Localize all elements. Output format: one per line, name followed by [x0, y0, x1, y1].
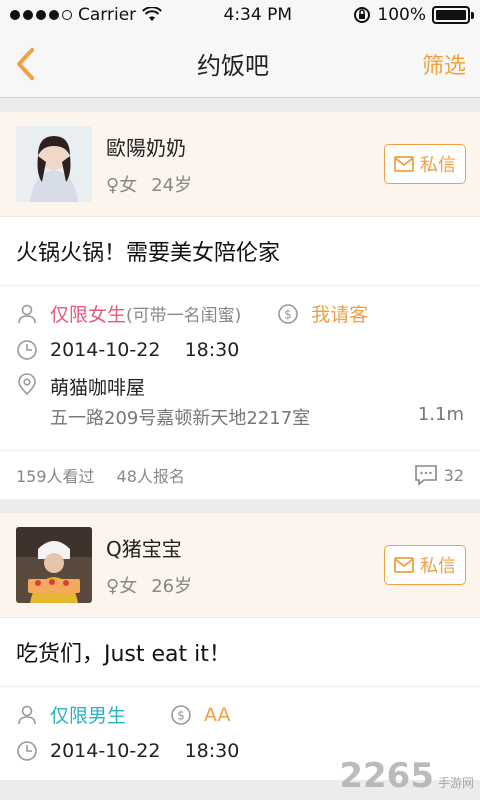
private-message-button[interactable]: 私信 [384, 144, 466, 184]
post-header: 歐陽奶奶 ♀女 24岁 私信 [0, 112, 480, 217]
battery-icon [432, 6, 474, 24]
post-text: 吃货们，Just eat it！ [0, 618, 480, 687]
female-icon: ♀ [106, 174, 120, 196]
person-icon [18, 705, 36, 724]
watermark-text: 手游网 [437, 776, 474, 790]
status-bar: Carrier 4:34 PM 100% [0, 0, 480, 30]
private-message-label: 私信 [420, 556, 456, 577]
svg-text:$: $ [284, 307, 292, 321]
post-text: 火锅火锅！需要美女陪伦家 [0, 217, 480, 286]
distance: 1.1m [417, 404, 464, 425]
orientation-lock-icon [354, 7, 371, 23]
comment-button[interactable]: 32 [414, 464, 464, 486]
wifi-icon [142, 7, 163, 21]
restriction-label: 仅限女生 [50, 304, 127, 326]
gender-label: 女 [119, 174, 138, 196]
clock: 4:34 PM [223, 5, 293, 25]
post-header: Q猪宝宝 ♀女 26岁 私信 [0, 513, 480, 618]
battery-percent: 100% [377, 5, 426, 25]
chevron-left-icon [17, 47, 34, 80]
back-button[interactable] [14, 44, 44, 84]
location-pin-icon [18, 373, 36, 395]
dollar-icon: $ [171, 704, 191, 725]
signal-icon [10, 10, 72, 20]
age-label: 24岁 [151, 174, 193, 196]
payment-label: 我请客 [311, 304, 369, 326]
view-count: 159人看过 [16, 467, 95, 486]
comment-count: 32 [443, 465, 464, 485]
comment-icon [414, 465, 437, 486]
svg-text:$: $ [177, 708, 185, 722]
avatar[interactable] [16, 126, 92, 202]
filter-button[interactable]: 筛选 [422, 48, 466, 80]
envelope-icon [394, 557, 414, 573]
private-message-button[interactable]: 私信 [384, 545, 466, 585]
page-title: 约饭吧 [196, 52, 269, 80]
place-name: 萌猫咖啡屋 [50, 377, 146, 399]
age-label: 26岁 [151, 575, 193, 597]
nav-bar: 约饭吧 筛选 [0, 30, 480, 98]
restriction-label: 仅限男生 [50, 705, 127, 727]
clock-icon [17, 340, 37, 360]
address: 五一路209号嘉顿新天地2217室 [50, 408, 311, 429]
dollar-icon: $ [278, 303, 299, 324]
gender-label: 女 [119, 575, 138, 597]
envelope-icon [394, 156, 414, 172]
post-details: 仅限女生 (可带一名闺蜜) $ 我请客 2014-10-22 18:30 萌猫咖… [0, 286, 480, 450]
payment-label: AA [204, 703, 231, 726]
post-card[interactable]: Q猪宝宝 ♀女 26岁 私信 吃货们，Just eat it！ 仅限男生 $ A… [0, 513, 480, 780]
avatar[interactable] [16, 527, 92, 603]
person-icon [18, 304, 36, 323]
clock-icon [17, 741, 37, 761]
username[interactable]: Q猪宝宝 [106, 533, 384, 562]
signup-count: 48人报名 [116, 467, 185, 486]
female-icon: ♀ [106, 575, 120, 597]
post-card[interactable]: 歐陽奶奶 ♀女 24岁 私信 火锅火锅！需要美女陪伦家 仅限女生 (可带一名闺蜜… [0, 112, 480, 499]
watermark-number: 2265 [339, 756, 434, 796]
post-stats: 159人看过 48人报名 32 [0, 450, 480, 499]
datetime: 2014-10-22 18:30 [50, 339, 240, 361]
username[interactable]: 歐陽奶奶 [106, 132, 384, 161]
restriction-note: (可带一名闺蜜) [126, 306, 242, 326]
datetime: 2014-10-22 18:30 [50, 740, 240, 762]
watermark-logo: 2265 手游网 [339, 756, 474, 796]
carrier-label: Carrier [78, 5, 137, 25]
private-message-label: 私信 [420, 155, 456, 176]
